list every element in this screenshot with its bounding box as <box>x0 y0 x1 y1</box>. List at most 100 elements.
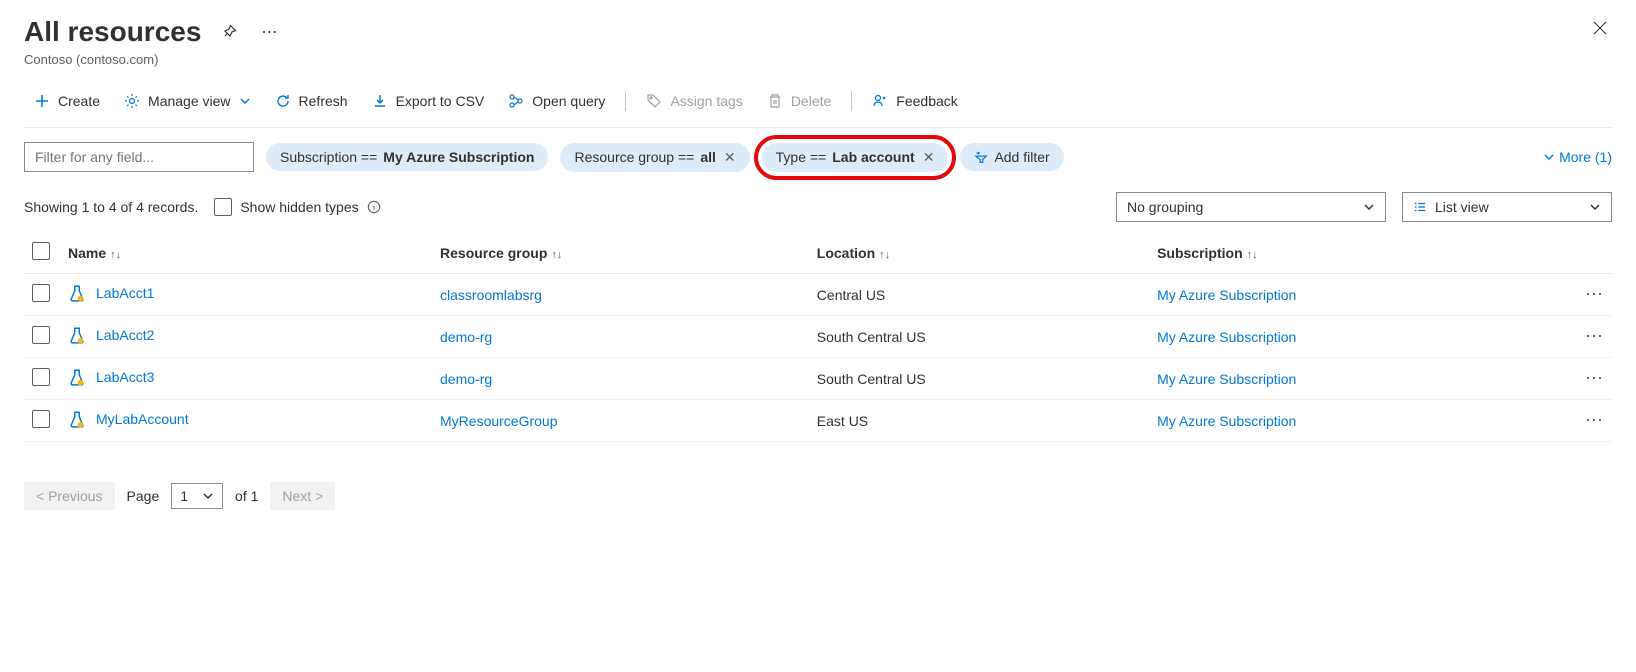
resource-group-link[interactable]: classroomlabsrg <box>440 287 542 303</box>
manage-view-button[interactable]: Manage view <box>114 87 261 115</box>
assign-tags-label: Assign tags <box>670 93 742 109</box>
resource-name-link[interactable]: LabAcct1 <box>96 285 154 301</box>
resource-name-link[interactable]: LabAcct3 <box>96 369 154 385</box>
resource-name-link[interactable]: MyLabAccount <box>96 411 189 427</box>
filter-pill-resource-group[interactable]: Resource group == all ✕ <box>560 143 749 172</box>
chevron-down-icon <box>202 490 214 502</box>
chevron-down-icon <box>1589 201 1601 213</box>
command-bar: Create Manage view Refresh Export to CSV… <box>24 87 1612 128</box>
view-select[interactable]: List view <box>1402 192 1612 222</box>
create-button[interactable]: Create <box>24 87 110 115</box>
subscription-link[interactable]: My Azure Subscription <box>1157 371 1296 387</box>
view-value: List view <box>1435 199 1489 215</box>
row-checkbox[interactable] <box>32 410 50 428</box>
chevron-down-icon <box>1363 201 1375 213</box>
feedback-icon <box>872 93 888 109</box>
manage-view-label: Manage view <box>148 93 231 109</box>
query-icon <box>508 93 524 109</box>
trash-icon <box>767 93 783 109</box>
separator <box>851 91 852 111</box>
page-total: of 1 <box>235 488 258 504</box>
pill-label: Resource group == <box>574 149 694 165</box>
row-more-button[interactable]: ⋯ <box>1585 410 1604 430</box>
location-text: South Central US <box>817 371 926 387</box>
assign-tags-button: Assign tags <box>636 87 752 115</box>
add-filter-button[interactable]: Add filter <box>960 143 1063 171</box>
select-all-checkbox[interactable] <box>32 242 50 260</box>
sort-icon: ↑↓ <box>110 249 121 261</box>
subscription-link[interactable]: My Azure Subscription <box>1157 329 1296 345</box>
feedback-button[interactable]: Feedback <box>862 87 967 115</box>
page-subtitle: Contoso (contoso.com) <box>24 52 283 67</box>
export-csv-label: Export to CSV <box>396 93 485 109</box>
resource-name-link[interactable]: LabAcct2 <box>96 327 154 343</box>
show-hidden-label: Show hidden types <box>240 199 358 215</box>
row-checkbox[interactable] <box>32 326 50 344</box>
separator <box>625 91 626 111</box>
filter-input[interactable] <box>24 142 254 172</box>
delete-button: Delete <box>757 87 841 115</box>
sort-icon: ↑↓ <box>551 249 562 261</box>
pill-remove-icon[interactable]: ✕ <box>923 149 935 166</box>
pill-label: Type == <box>776 149 827 165</box>
grouping-value: No grouping <box>1127 199 1203 215</box>
resource-group-link[interactable]: MyResourceGroup <box>440 413 558 429</box>
filter-pill-subscription[interactable]: Subscription == My Azure Subscription <box>266 143 548 171</box>
pin-icon <box>221 24 237 40</box>
more-label: More (1) <box>1559 149 1612 165</box>
delete-label: Delete <box>791 93 831 109</box>
table-row: LabAcct3 demo-rg South Central US My Azure … <box>24 358 1612 400</box>
filter-pill-type[interactable]: Type == Lab account ✕ <box>762 143 949 172</box>
more-actions-button[interactable]: ⋯ <box>257 18 283 46</box>
lab-account-icon <box>68 326 86 344</box>
gear-icon <box>124 93 140 109</box>
refresh-label: Refresh <box>299 93 348 109</box>
row-checkbox[interactable] <box>32 284 50 302</box>
pill-remove-icon[interactable]: ✕ <box>724 149 736 166</box>
lab-account-icon <box>68 368 86 386</box>
create-label: Create <box>58 93 100 109</box>
info-icon[interactable] <box>367 200 381 214</box>
subscription-link[interactable]: My Azure Subscription <box>1157 413 1296 429</box>
row-more-button[interactable]: ⋯ <box>1585 326 1604 346</box>
status-bar: Showing 1 to 4 of 4 records. Show hidden… <box>24 192 1612 222</box>
pin-button[interactable] <box>217 20 241 44</box>
col-resource-group[interactable]: Resource group↑↓ <box>432 232 809 274</box>
row-more-button[interactable]: ⋯ <box>1585 284 1604 304</box>
page-number: 1 <box>180 488 188 504</box>
tag-icon <box>646 93 662 109</box>
col-location[interactable]: Location↑↓ <box>809 232 1149 274</box>
sort-icon: ↑↓ <box>879 249 890 261</box>
row-checkbox[interactable] <box>32 368 50 386</box>
plus-icon <box>34 93 50 109</box>
open-query-button[interactable]: Open query <box>498 87 615 115</box>
location-text: South Central US <box>817 329 926 345</box>
ellipsis-icon: ⋯ <box>261 22 279 42</box>
refresh-button[interactable]: Refresh <box>265 87 358 115</box>
download-icon <box>372 93 388 109</box>
col-name[interactable]: Name↑↓ <box>60 232 432 274</box>
row-more-button[interactable]: ⋯ <box>1585 368 1604 388</box>
chevron-down-icon <box>1543 151 1555 163</box>
feedback-label: Feedback <box>896 93 957 109</box>
previous-button: < Previous <box>24 482 115 510</box>
close-button[interactable] <box>1588 16 1612 40</box>
resource-group-link[interactable]: demo-rg <box>440 371 492 387</box>
grouping-select[interactable]: No grouping <box>1116 192 1386 222</box>
page-select[interactable]: 1 <box>171 483 223 509</box>
chevron-down-icon <box>239 95 251 107</box>
show-hidden-checkbox[interactable] <box>214 198 232 216</box>
table-row: LabAcct1classroomlabsrgCentral USMy Azur… <box>24 274 1612 316</box>
export-csv-button[interactable]: Export to CSV <box>362 87 495 115</box>
more-filters-link[interactable]: More (1) <box>1543 149 1612 165</box>
filter-add-icon <box>974 150 988 164</box>
col-subscription[interactable]: Subscription↑↓ <box>1149 232 1572 274</box>
resources-table: Name↑↓ Resource group↑↓ Location↑↓ Subsc… <box>24 232 1612 442</box>
resource-group-link[interactable]: demo-rg <box>440 329 492 345</box>
lab-account-icon <box>68 284 86 302</box>
subscription-link[interactable]: My Azure Subscription <box>1157 287 1296 303</box>
add-filter-label: Add filter <box>994 149 1049 165</box>
pill-value: Lab account <box>832 149 914 165</box>
table-row: LabAcct2 demo-rg South Central US My Azure … <box>24 316 1612 358</box>
page-title: All resources <box>24 16 201 48</box>
